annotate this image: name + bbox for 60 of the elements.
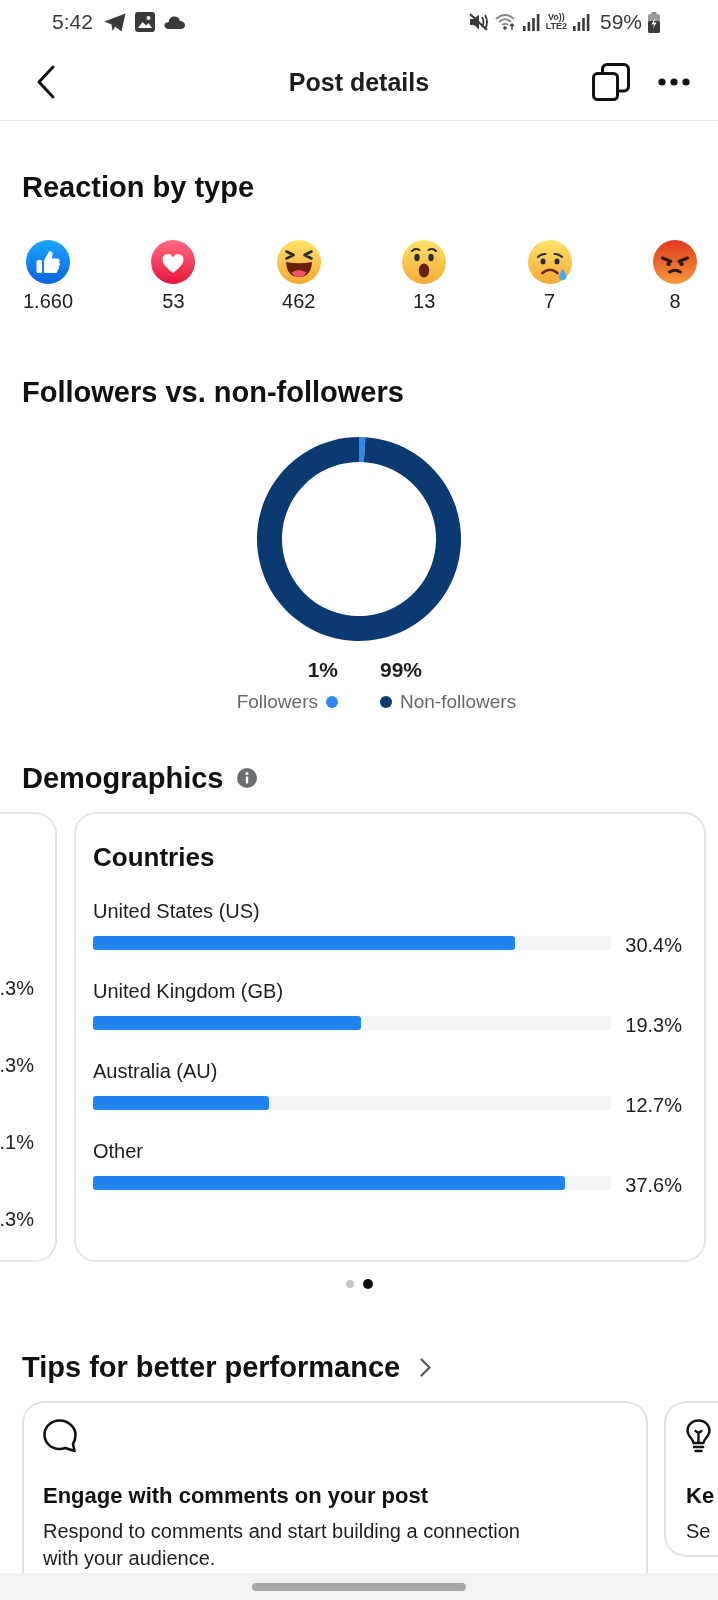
wifi-icon	[494, 13, 517, 31]
lightbulb-icon	[686, 1419, 711, 1453]
mute-icon	[468, 12, 489, 32]
section-title: Reaction by type	[22, 170, 256, 205]
tip-description: Respond to comments and start building a connection with your audience.	[43, 1519, 521, 1571]
page-dot-icon[interactable]	[345, 1280, 354, 1288]
page-title: Post details	[288, 67, 430, 97]
country-label: United Kingdom (GB)	[93, 979, 285, 1003]
info-icon[interactable]	[237, 768, 258, 788]
legend-value: 99%	[380, 657, 423, 683]
country-percent: 19.3%	[624, 1013, 682, 1037]
percent-value: .3%	[0, 1207, 34, 1231]
country-percent: 30.4%	[624, 933, 682, 957]
surprised-face-icon	[402, 240, 447, 284]
percent-value: .3%	[0, 1053, 34, 1077]
percent-value: .1%	[0, 1130, 34, 1154]
country-label: United States (US)	[93, 899, 261, 923]
more-icon	[658, 78, 690, 86]
image-icon	[134, 12, 155, 32]
laughing-face-icon	[276, 240, 321, 284]
more-button[interactable]	[658, 78, 690, 86]
tip-description: Se	[686, 1519, 711, 1544]
battery-icon	[648, 11, 660, 33]
crying-face-icon	[527, 240, 572, 284]
chevron-right-icon[interactable]	[420, 1357, 432, 1377]
paper-plane-icon	[103, 12, 126, 32]
percent-value: .3%	[0, 976, 34, 1000]
back-icon	[36, 65, 56, 99]
section-title: Tips for better performance	[22, 1350, 401, 1385]
section-title: Demographics	[22, 761, 224, 796]
copy-icon	[592, 63, 630, 101]
section-title: Followers vs. non-followers	[22, 375, 405, 410]
tip-title: Ke	[686, 1482, 715, 1510]
country-percent: 12.7%	[624, 1093, 682, 1117]
thumbs-up-icon	[26, 240, 70, 284]
tip-title: Engage with comments on your post	[43, 1482, 429, 1510]
legend-label: Non-followers	[400, 690, 517, 714]
battery-percent: 59%	[599, 10, 642, 34]
legend-label: Followers	[236, 690, 318, 714]
copy-button[interactable]	[592, 63, 630, 101]
page-dot-icon[interactable]	[362, 1279, 373, 1289]
reaction-count: 7	[544, 289, 556, 313]
network-type-label: Vo)) LTE2	[545, 13, 567, 31]
status-time: 5:42	[52, 10, 93, 34]
reaction-count: 462	[282, 289, 316, 313]
reaction-count: 53	[162, 289, 185, 313]
reaction-count: 13	[413, 289, 436, 313]
reaction-count: 8	[669, 289, 681, 313]
cloud-icon	[163, 15, 185, 29]
tip-card[interactable]: Ke Se	[664, 1401, 718, 1557]
reaction-count: 1.660	[22, 289, 74, 313]
country-label: Australia (AU)	[93, 1059, 219, 1083]
country-label: Other	[93, 1139, 145, 1163]
signal-bars-icon	[572, 13, 590, 31]
card-title: Countries	[93, 841, 216, 873]
angry-face-icon	[652, 240, 697, 284]
country-percent: 37.6%	[624, 1173, 682, 1197]
legend-value: 1%	[307, 657, 338, 683]
signal-bars-icon	[522, 13, 540, 31]
speech-bubble-icon	[43, 1419, 77, 1453]
